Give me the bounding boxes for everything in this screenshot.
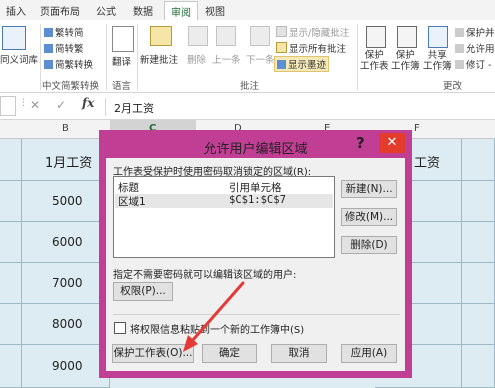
annotation-arrow (183, 281, 245, 352)
